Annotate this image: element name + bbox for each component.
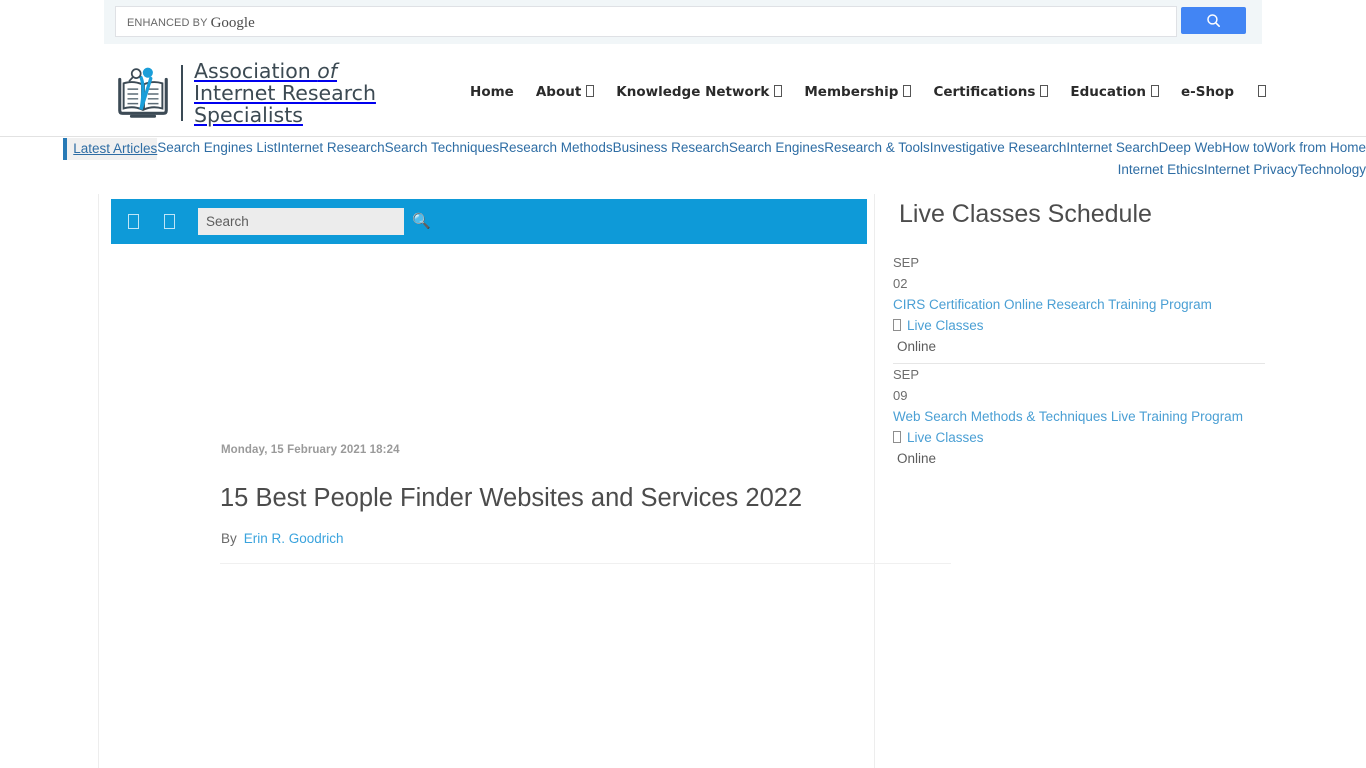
nav-label: Membership: [804, 84, 899, 100]
schedule-day: 02: [893, 276, 908, 291]
tag-item[interactable]: Work from Home: [1264, 138, 1366, 158]
schedule-category-label: Live Classes: [907, 430, 984, 445]
cse-branding-google-word: Google: [210, 15, 255, 31]
article-card: 🔍 Monday, 15 February 2021 18:24 15 Best…: [98, 194, 951, 768]
google-cse-branding: ENHANCED BY Google: [127, 15, 255, 32]
schedule-month: SEP: [893, 255, 920, 270]
schedule-location: Online: [897, 451, 937, 466]
search-icon: [1207, 14, 1220, 27]
tag-item[interactable]: Technology: [1298, 160, 1366, 180]
tag-latest-articles[interactable]: Latest Articles: [63, 138, 158, 160]
tag-item[interactable]: Search Engines List: [157, 138, 277, 158]
book-magnifier-logo-icon: [118, 67, 168, 118]
nav-item-knowledge-network[interactable]: Knowledge Network: [616, 80, 783, 104]
nav-item-membership[interactable]: Membership: [804, 80, 912, 104]
calendar-icon: [893, 319, 901, 332]
tag-item[interactable]: Deep Web: [1159, 138, 1223, 158]
tag-item[interactable]: Internet Search: [1066, 138, 1158, 158]
tag-item[interactable]: Investigative Research: [930, 138, 1067, 158]
nav-label: Knowledge Network: [616, 84, 770, 100]
category-tags-bar: Latest ArticlesSearch Engines ListIntern…: [0, 136, 1366, 182]
logo-line-1a: Association: [194, 59, 318, 83]
schedule-category-link[interactable]: Live Classes: [893, 427, 1265, 448]
chevron-down-icon: [1150, 85, 1159, 97]
schedule-day: 09: [893, 388, 908, 403]
nav-item-education[interactable]: Education: [1070, 80, 1159, 104]
nav-label: About: [535, 84, 582, 100]
nav-label: Home: [470, 84, 514, 100]
schedule-category-label: Live Classes: [907, 318, 984, 333]
article-toolbar: 🔍: [111, 199, 867, 244]
site-logo[interactable]: Association of Internet Research Special…: [112, 60, 376, 126]
article-date: Monday, 15 February 2021 18:24: [221, 444, 400, 456]
tag-item[interactable]: Internet Ethics: [1118, 160, 1204, 180]
nav-label: Certifications: [933, 84, 1036, 100]
chevron-down-icon: [1040, 85, 1049, 97]
google-cse-input-wrapper[interactable]: ENHANCED BY Google: [115, 6, 1177, 37]
tag-item[interactable]: Search Engines: [729, 138, 824, 158]
tag-item[interactable]: Business Research: [613, 138, 729, 158]
tag-item[interactable]: Internet Privacy: [1204, 160, 1298, 180]
schedule-item: SEP 02 CIRS Certification Online Researc…: [893, 252, 1265, 364]
schedule-month: SEP: [893, 367, 920, 382]
tag-item[interactable]: Search Techniques: [385, 138, 500, 158]
sidebar-title: Live Classes Schedule: [899, 200, 1152, 228]
logo-wordmark: Association of Internet Research Special…: [194, 60, 376, 126]
chevron-down-icon: [586, 85, 595, 97]
nav-label: Education: [1070, 84, 1146, 100]
nav-item-eshop[interactable]: e-Shop: [1181, 80, 1234, 104]
schedule-event-link[interactable]: CIRS Certification Online Research Train…: [893, 294, 1265, 315]
article-title: 15 Best People Finder Websites and Servi…: [220, 484, 803, 512]
article-author-link[interactable]: Erin R. Goodrich: [244, 531, 344, 546]
font-size-icon[interactable]: [128, 214, 139, 229]
tag-item[interactable]: Research & Tools: [824, 138, 930, 158]
byline-label: By: [221, 531, 237, 546]
nav-item-certifications[interactable]: Certifications: [933, 80, 1049, 104]
tag-item[interactable]: Internet Research: [277, 138, 384, 158]
schedule-category-link[interactable]: Live Classes: [893, 315, 1265, 336]
article-divider: [220, 563, 951, 564]
chevron-down-icon: [903, 85, 912, 97]
main-navigation: Home About Knowledge Network Membership …: [470, 80, 1266, 104]
google-cse-search-button[interactable]: [1181, 7, 1246, 34]
schedule-item: SEP 09 Web Search Methods & Techniques L…: [893, 364, 1265, 475]
magnifier-icon[interactable]: 🔍: [412, 214, 431, 229]
category-tags-list: Latest ArticlesSearch Engines ListIntern…: [18, 137, 1366, 182]
chevron-down-icon: [774, 85, 783, 97]
cse-branding-prefix: ENHANCED BY: [127, 17, 208, 29]
article-byline: By Erin R. Goodrich: [221, 531, 344, 546]
nav-item-about[interactable]: About: [535, 80, 595, 104]
print-icon[interactable]: [164, 214, 175, 229]
google-cse-strip: ENHANCED BY Google: [104, 0, 1262, 44]
tag-item[interactable]: Research Methods: [499, 138, 612, 158]
logo-line-1b: of: [317, 59, 338, 83]
logo-divider: [181, 65, 183, 121]
calendar-icon: [893, 431, 901, 444]
content-row: 🔍 Monday, 15 February 2021 18:24 15 Best…: [0, 194, 1366, 768]
logo-line-3: Specialists: [194, 103, 303, 127]
live-classes-schedule-list: SEP 02 CIRS Certification Online Researc…: [893, 252, 1265, 475]
nav-item-home[interactable]: Home: [470, 80, 514, 104]
nav-label: e-Shop: [1180, 84, 1234, 100]
logo-line-2: Internet Research: [194, 81, 376, 105]
article-search-input[interactable]: [198, 208, 404, 235]
nav-item-extra-menu[interactable]: [1258, 85, 1266, 98]
schedule-location: Online: [897, 339, 937, 354]
site-header: Association of Internet Research Special…: [0, 44, 1366, 136]
tag-item[interactable]: How to: [1222, 138, 1264, 158]
schedule-event-link[interactable]: Web Search Methods & Techniques Live Tra…: [893, 406, 1265, 427]
menu-box-icon: [1258, 85, 1266, 97]
